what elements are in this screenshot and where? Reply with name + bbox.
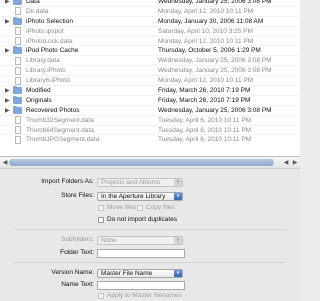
folder-icon — [13, 16, 22, 25]
file-row[interactable]: Library.data Wednesday, January 25, 2006 … — [0, 55, 300, 65]
file-row[interactable]: ▶ iPhoto Selection Monday, January 30, 200… — [0, 15, 300, 26]
folder-icon — [13, 0, 22, 5]
folder-icon — [13, 46, 22, 55]
document-icon — [15, 66, 21, 75]
document-icon — [15, 116, 21, 125]
name-text-label: Name Text: — [61, 281, 94, 288]
file-row[interactable]: Library6.iPhoto Monday, April 12, 2010 10… — [0, 75, 300, 85]
folder-icon — [13, 86, 22, 95]
copy-files-checkbox[interactable] — [137, 205, 143, 211]
version-name-value: Master File Name — [101, 269, 153, 277]
folder-icon — [13, 95, 22, 104]
file-row[interactable]: ▶ iPod Photo Cache Thursday, October 5, 20… — [0, 45, 300, 55]
disclosure-triangle-icon[interactable]: ▶ — [5, 47, 11, 55]
folder-icon — [13, 105, 22, 114]
move-files-label: Move files — [107, 204, 137, 211]
disclosure-triangle-icon[interactable]: ▶ — [5, 107, 11, 115]
store-files-popup[interactable]: In the Aperture Library ▾ — [97, 191, 183, 201]
file-row[interactable]: Dir.data Monday, April 12, 2010 10:11 PM — [0, 5, 300, 16]
popup-caret-icon: ▾ — [174, 192, 182, 200]
copy-files-label: Copy files — [146, 204, 175, 211]
file-row[interactable]: ▶ Modified Friday, March 26, 2010 7:19 PM — [0, 85, 300, 95]
import-folders-value: Projects and Albums — [101, 178, 161, 186]
document-icon — [15, 37, 21, 46]
file-row[interactable]: Thumb32Segment.data Tuesday, April 6, 201… — [0, 114, 300, 125]
file-row[interactable]: iPhotoLock.data Monday, April 12, 2010 10… — [0, 35, 300, 46]
divider — [14, 262, 286, 263]
import-folders-label: Import Folders As: — [41, 178, 94, 185]
no-duplicates-label: Do not import duplicates — [107, 216, 178, 223]
divider — [14, 229, 286, 230]
document-icon — [15, 56, 21, 65]
popup-caret-icon: ▾ — [174, 178, 182, 186]
file-row[interactable]: Thumb64Segment.data Tuesday, April 6, 201… — [0, 124, 300, 135]
move-files-checkbox[interactable] — [98, 205, 104, 211]
import-options-panel: Import Folders As: Projects and Albums ▾… — [0, 168, 300, 301]
file-row[interactable]: ThumbJPGSegment.data Tuesday, April 6, 20… — [0, 134, 300, 144]
disclosure-triangle-icon[interactable]: ▶ — [5, 87, 11, 95]
version-name-label: Version Name: — [51, 269, 94, 276]
apply-master-checkbox[interactable] — [98, 293, 104, 299]
subfolders-value: None — [101, 236, 117, 244]
file-row[interactable]: Library.iPhoto Wednesday, January 25, 200… — [0, 65, 300, 75]
popup-caret-icon: ▾ — [174, 269, 182, 277]
document-icon — [15, 27, 21, 36]
scroll-left-icon-2[interactable]: ◀ — [282, 159, 290, 167]
scroll-right-icon[interactable]: ▶ — [291, 159, 299, 167]
document-icon — [15, 76, 21, 85]
file-date: Tuesday, April 6, 2010 10:11 PM — [158, 136, 252, 144]
apply-master-label: Apply to Master filenames — [107, 292, 182, 299]
document-icon — [15, 7, 21, 16]
subfolders-popup[interactable]: None ▾ — [97, 235, 183, 245]
disclosure-triangle-icon[interactable]: ▶ — [5, 97, 11, 105]
file-row[interactable]: ▶ Originals Friday, March 26, 2010 7:19 PM — [0, 94, 300, 105]
import-folders-popup[interactable]: Projects and Albums ▾ — [97, 177, 183, 187]
folder-text-label: Folder Text: — [60, 249, 94, 256]
disclosure-triangle-icon[interactable]: ▶ — [5, 18, 11, 26]
store-files-label: Store Files: — [61, 192, 94, 199]
popup-caret-icon: ▾ — [174, 236, 182, 244]
file-browser: ▶ Data Wednesday, January 25, 2006 3:08 PM… — [0, 0, 300, 156]
scroll-left-icon[interactable]: ◀ — [1, 159, 9, 167]
no-duplicates-checkbox[interactable] — [98, 217, 104, 223]
file-list: ▶ Data Wednesday, January 25, 2006 3:08 PM… — [0, 0, 300, 144]
file-row[interactable]: iPhoto.ipspot Saturday, April 10, 2010 3:… — [0, 25, 300, 36]
scrollbar-thumb[interactable] — [9, 159, 274, 166]
file-row[interactable]: ▶ Recovered Photos Wednesday, January 25, … — [0, 104, 300, 115]
store-files-value: In the Aperture Library — [101, 192, 166, 200]
document-icon — [15, 126, 21, 135]
version-name-popup[interactable]: Master File Name ▾ — [97, 268, 183, 278]
folder-text-field[interactable] — [97, 248, 185, 258]
subfolders-label: Subfolders: — [61, 236, 94, 243]
name-text-field[interactable] — [97, 280, 185, 290]
document-icon — [15, 135, 21, 144]
file-name: ThumbJPGSegment.data — [26, 136, 100, 144]
